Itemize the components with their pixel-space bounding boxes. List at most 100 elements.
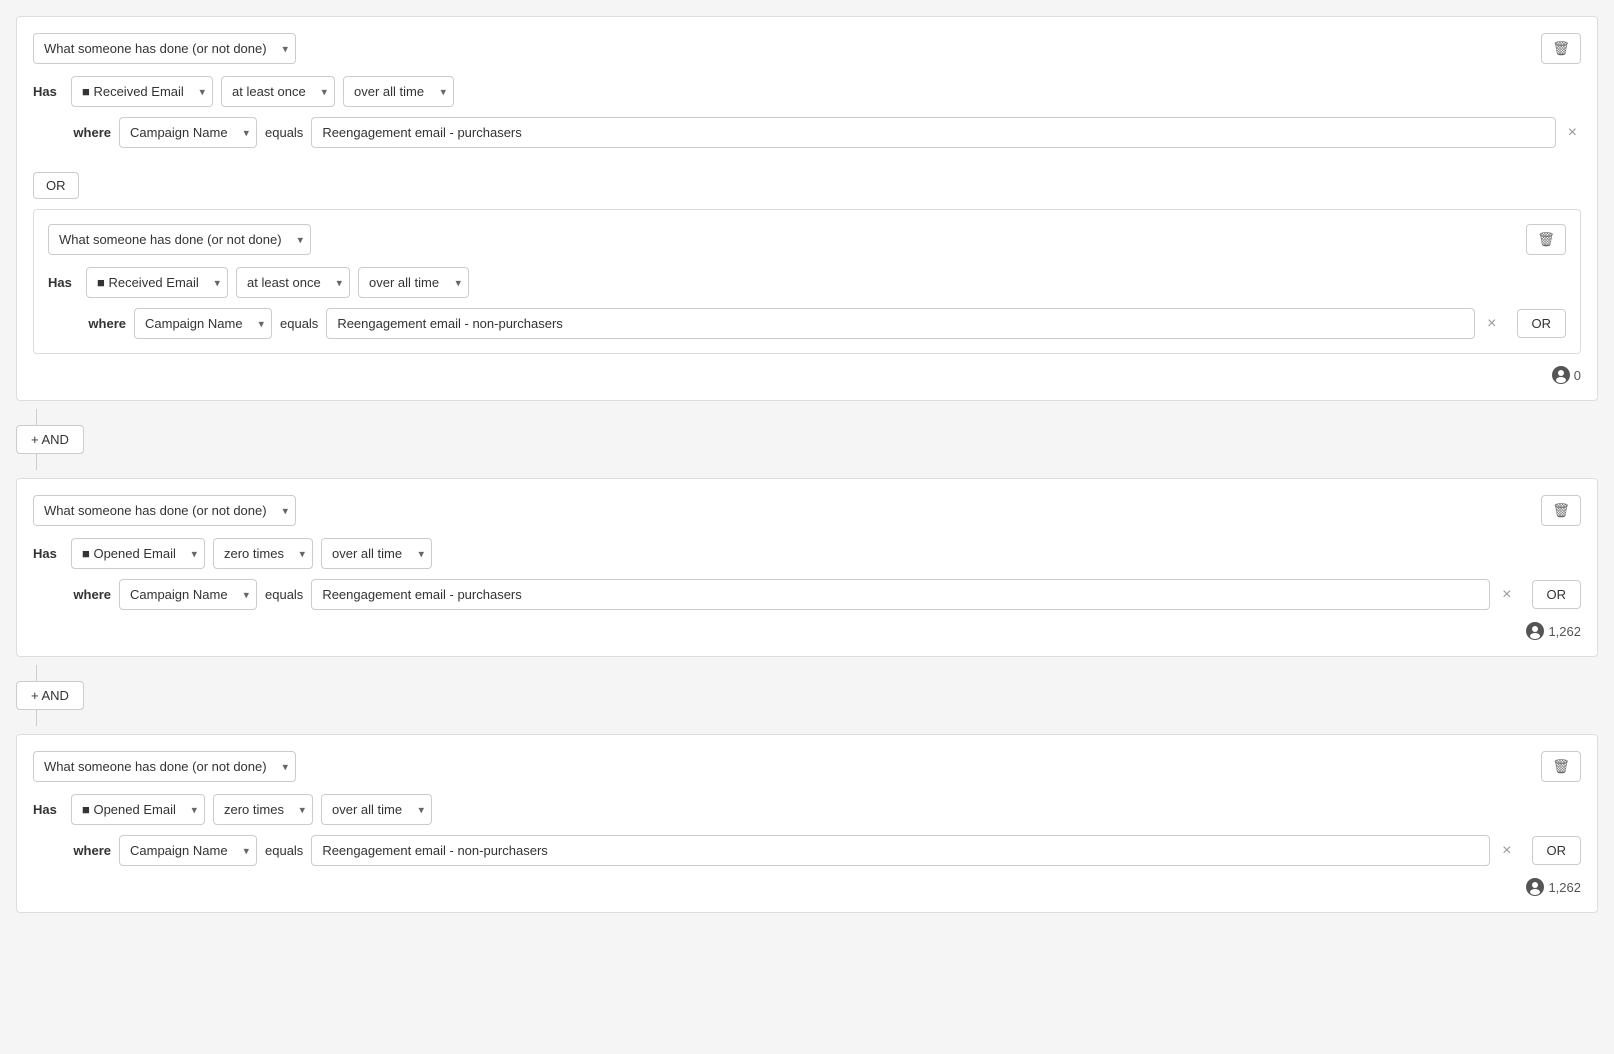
filter-field-dropdown-2a[interactable]: Campaign Name [119, 579, 257, 610]
main-select-wrapper-1[interactable]: What someone has done (or not done) [33, 33, 296, 64]
filter-field-dropdown-1a[interactable]: Campaign Name [119, 117, 257, 148]
or-separator: OR [33, 160, 1581, 199]
has-row-2a: Has ■ Opened Email zero times over all t… [33, 538, 1581, 569]
main-select-2[interactable]: What someone has done (or not done) [33, 495, 296, 526]
and-button-1[interactable]: + AND [16, 425, 84, 454]
timeframe-select-2a[interactable]: over all time [321, 538, 432, 569]
where-row-3a: where Campaign Name equals × OR [71, 835, 1581, 866]
filter-value-input-3a[interactable] [311, 835, 1490, 866]
or-button-3a[interactable]: OR [1532, 836, 1582, 865]
frequency-select-1a[interactable]: at least once [221, 76, 335, 107]
and-separator-2: + AND [16, 665, 1598, 726]
page-wrapper: What someone has done (or not done) 🗑 Ha… [0, 0, 1614, 1054]
frequency-select-3a[interactable]: zero times [213, 794, 313, 825]
action-type-select-3a[interactable]: ■ Opened Email [71, 794, 205, 825]
where-label-3a: where [71, 843, 111, 858]
main-select-wrapper-2[interactable]: What someone has done (or not done) [33, 495, 296, 526]
clear-button-2a[interactable]: × [1498, 586, 1515, 604]
timeframe-select-3a[interactable]: over all time [321, 794, 432, 825]
count-value-2: 1,262 [1548, 624, 1581, 639]
action-type-dropdown-3a[interactable]: ■ Opened Email [71, 794, 205, 825]
filter-field-dropdown-3a[interactable]: Campaign Name [119, 835, 257, 866]
or-condition-group-1b: What someone has done (or not done) 🗑 Ha… [33, 209, 1581, 354]
delete-button-1b[interactable]: 🗑 [1526, 224, 1566, 255]
timeframe-dropdown-1b[interactable]: over all time [358, 267, 469, 298]
where-row-1a: where Campaign Name equals × [71, 117, 1581, 148]
filter-field-dropdown-1b[interactable]: Campaign Name [134, 308, 272, 339]
or-standalone-button-1[interactable]: OR [33, 172, 79, 199]
count-value-1: 0 [1574, 368, 1581, 383]
and-button-2[interactable]: + AND [16, 681, 84, 710]
top-row-1b: What someone has done (or not done) 🗑 [48, 224, 1566, 255]
where-label-1b: where [86, 316, 126, 331]
frequency-dropdown-2a[interactable]: zero times [213, 538, 313, 569]
where-label-1a: where [71, 125, 111, 140]
filter-field-select-1b[interactable]: Campaign Name [134, 308, 272, 339]
timeframe-dropdown-1a[interactable]: over all time [343, 76, 454, 107]
has-row-3a: Has ■ Opened Email zero times over all t… [33, 794, 1581, 825]
count-row-2: 1,262 [33, 622, 1581, 640]
condition-group-2: What someone has done (or not done) 🗑 Ha… [16, 478, 1598, 657]
person-icon-2 [1526, 622, 1544, 640]
action-type-select-1a[interactable]: ■ Received Email [71, 76, 213, 107]
vertical-line-1b [36, 454, 37, 470]
has-row-1b: Has ■ Received Email at least once over … [48, 267, 1566, 298]
has-label-1a: Has [33, 84, 63, 99]
equals-label-2a: equals [265, 587, 303, 602]
main-select-3[interactable]: What someone has done (or not done) [33, 751, 296, 782]
filter-value-input-1a[interactable] [311, 117, 1555, 148]
count-row-1: 0 [33, 366, 1581, 384]
has-label-1b: Has [48, 275, 78, 290]
frequency-dropdown-1b[interactable]: at least once [236, 267, 350, 298]
count-row-3: 1,262 [33, 878, 1581, 896]
timeframe-dropdown-2a[interactable]: over all time [321, 538, 432, 569]
top-row-2: What someone has done (or not done) 🗑 [33, 495, 1581, 526]
main-select-1b[interactable]: What someone has done (or not done) [48, 224, 311, 255]
main-select-1[interactable]: What someone has done (or not done) [33, 33, 296, 64]
has-label-3a: Has [33, 802, 63, 817]
person-icon-1 [1552, 366, 1570, 384]
delete-button-1[interactable]: 🗑 [1541, 33, 1581, 64]
action-type-dropdown-2a[interactable]: ■ Opened Email [71, 538, 205, 569]
or-button-2a[interactable]: OR [1532, 580, 1582, 609]
condition-group-3: What someone has done (or not done) 🗑 Ha… [16, 734, 1598, 913]
has-label-2a: Has [33, 546, 63, 561]
timeframe-dropdown-3a[interactable]: over all time [321, 794, 432, 825]
equals-label-1b: equals [280, 316, 318, 331]
frequency-dropdown-3a[interactable]: zero times [213, 794, 313, 825]
action-type-select-1b[interactable]: ■ Received Email [86, 267, 228, 298]
has-row-1a: Has ■ Received Email at least once over … [33, 76, 1581, 107]
action-type-dropdown-1b[interactable]: ■ Received Email [86, 267, 228, 298]
action-type-dropdown-1a[interactable]: ■ Received Email [71, 76, 213, 107]
clear-button-1a[interactable]: × [1564, 124, 1581, 142]
frequency-dropdown-1a[interactable]: at least once [221, 76, 335, 107]
vertical-line-2 [36, 665, 37, 681]
main-select-wrapper-3[interactable]: What someone has done (or not done) [33, 751, 296, 782]
filter-field-select-1a[interactable]: Campaign Name [119, 117, 257, 148]
and-separator-1: + AND [16, 409, 1598, 470]
top-row-3: What someone has done (or not done) 🗑 [33, 751, 1581, 782]
delete-button-2[interactable]: 🗑 [1541, 495, 1581, 526]
equals-label-1a: equals [265, 125, 303, 140]
vertical-line-1 [36, 409, 37, 425]
action-type-select-2a[interactable]: ■ Opened Email [71, 538, 205, 569]
main-select-wrapper-1b[interactable]: What someone has done (or not done) [48, 224, 311, 255]
frequency-select-1b[interactable]: at least once [236, 267, 350, 298]
top-row-1: What someone has done (or not done) 🗑 [33, 33, 1581, 64]
filter-value-input-2a[interactable] [311, 579, 1490, 610]
timeframe-select-1b[interactable]: over all time [358, 267, 469, 298]
where-row-1b: where Campaign Name equals × OR [86, 308, 1566, 339]
clear-button-1b[interactable]: × [1483, 315, 1500, 333]
or-button-1b[interactable]: OR [1517, 309, 1567, 338]
filter-value-input-1b[interactable] [326, 308, 1475, 339]
clear-button-3a[interactable]: × [1498, 842, 1515, 860]
vertical-line-2b [36, 710, 37, 726]
person-icon-3 [1526, 878, 1544, 896]
delete-button-3[interactable]: 🗑 [1541, 751, 1581, 782]
where-row-2a: where Campaign Name equals × OR [71, 579, 1581, 610]
filter-field-select-2a[interactable]: Campaign Name [119, 579, 257, 610]
timeframe-select-1a[interactable]: over all time [343, 76, 454, 107]
filter-field-select-3a[interactable]: Campaign Name [119, 835, 257, 866]
condition-group-1: What someone has done (or not done) 🗑 Ha… [16, 16, 1598, 401]
frequency-select-2a[interactable]: zero times [213, 538, 313, 569]
